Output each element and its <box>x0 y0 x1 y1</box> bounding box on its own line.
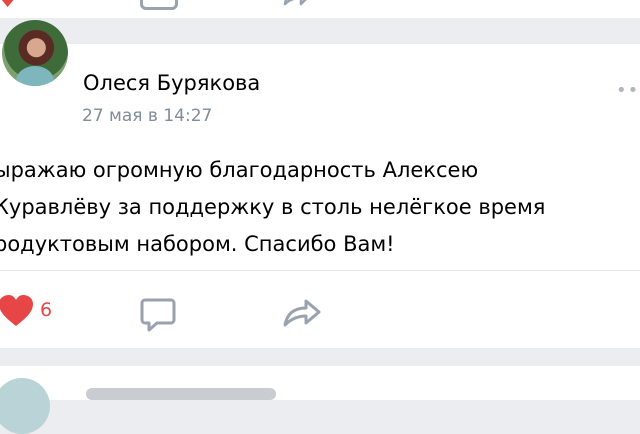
next-post-avatar[interactable] <box>0 378 50 434</box>
like-heart-icon[interactable] <box>0 294 34 328</box>
previous-like-heart-icon[interactable]: ♥ <box>0 0 19 12</box>
comment-icon[interactable] <box>140 296 176 332</box>
post-date[interactable]: 27 мая в 14:27 <box>82 108 212 125</box>
post-text: ыражаю огромную благодарность Алексею Ку… <box>0 158 546 256</box>
more-dots-icon[interactable]: ••• <box>616 80 640 101</box>
previous-share-icon[interactable] <box>282 0 312 6</box>
previous-comment-icon[interactable] <box>140 0 178 10</box>
author-avatar[interactable] <box>2 20 68 86</box>
share-icon[interactable] <box>282 298 322 328</box>
avatar-photo-detail <box>16 66 54 86</box>
post-author-name[interactable]: Олеся Бурякова <box>83 73 260 94</box>
previous-post-card <box>0 0 640 18</box>
like-count: 6 <box>40 299 53 321</box>
next-post-author-name-placeholder <box>86 388 276 400</box>
post-divider <box>0 270 640 271</box>
